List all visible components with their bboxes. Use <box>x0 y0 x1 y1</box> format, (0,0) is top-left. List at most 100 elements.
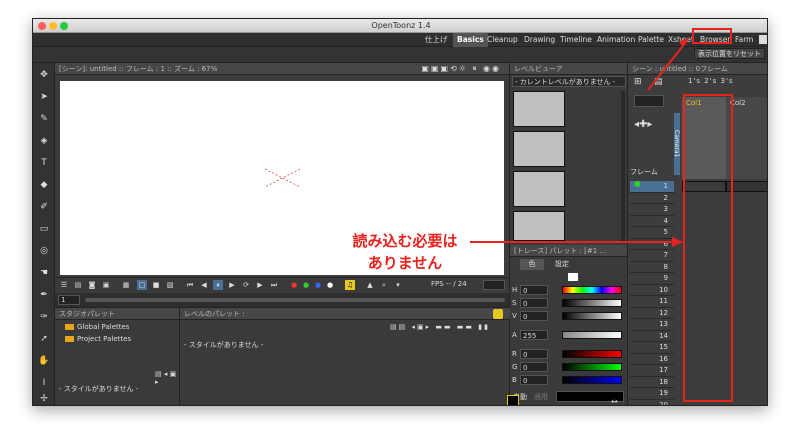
level-frame-thumb[interactable] <box>513 171 565 207</box>
frame-zoom-selector[interactable]: 1's 2's 3's <box>688 77 734 85</box>
tab-color[interactable]: 色 <box>520 259 544 270</box>
room-tab-cleanup[interactable]: Cleanup <box>483 33 522 47</box>
green-channel-icon[interactable]: ● <box>301 280 311 290</box>
channel-a-field[interactable]: 255 <box>520 330 548 340</box>
first-frame-icon[interactable]: ⏮ <box>185 280 195 290</box>
type-tool-icon[interactable]: T <box>37 157 51 169</box>
channel-h-slider[interactable] <box>562 286 622 294</box>
minimize-window-button[interactable] <box>49 22 57 30</box>
frame-row[interactable]: 15 <box>630 342 674 354</box>
frame-row[interactable]: 9 <box>630 273 674 285</box>
zoom-3s[interactable]: 3's <box>721 77 734 85</box>
palette-view-controls[interactable]: ▤ ◂ ▣ ▸ <box>155 370 179 386</box>
room-tab-palette[interactable]: Palette <box>634 33 668 47</box>
level-frame-thumb[interactable] <box>513 211 565 241</box>
channel-r-slider[interactable] <box>562 350 622 358</box>
level-frame-thumb[interactable] <box>513 91 565 127</box>
paint-brush-tool-icon[interactable]: ✐ <box>37 201 51 213</box>
fps-slider[interactable] <box>483 280 505 290</box>
channel-g-slider[interactable] <box>562 363 622 371</box>
frame-row[interactable]: 12 <box>630 308 674 319</box>
frame-row[interactable]: 11 <box>630 296 674 308</box>
pinch-tool-icon[interactable]: ✋ <box>37 355 51 367</box>
geometric-tool-icon[interactable]: ◈ <box>37 135 51 147</box>
white-bg-icon[interactable]: □ <box>137 280 147 290</box>
level-strip-scrollbar[interactable] <box>621 91 625 241</box>
frame-row[interactable]: 8 <box>630 262 674 273</box>
matte-channel-icon[interactable]: ● <box>325 280 335 290</box>
dropdown-arrow-icon[interactable]: ▾ <box>393 280 403 290</box>
preview-icon[interactable]: ▣ <box>101 280 111 290</box>
current-level-dropdown[interactable]: - カレントレベルがありません - <box>512 76 626 87</box>
palette-lock-icon[interactable] <box>493 309 503 319</box>
close-window-button[interactable] <box>38 22 46 30</box>
animate-tool-icon[interactable]: ✥ <box>37 69 51 81</box>
palette-tree-item-global[interactable]: Global Palettes <box>65 322 129 332</box>
pause-icon[interactable]: ⏸ <box>213 280 223 290</box>
zoom-2s[interactable]: 2's <box>704 77 717 85</box>
frame-row[interactable]: 16 <box>630 354 674 365</box>
room-tab-timeline[interactable]: Timeline <box>556 33 596 47</box>
frame-slider[interactable] <box>85 298 505 302</box>
palette-tree-item-project[interactable]: Project Palettes <box>65 334 131 344</box>
room-tab-animation[interactable]: Animation <box>593 33 639 47</box>
camera-column-label[interactable]: Camera1 <box>673 113 680 175</box>
frame-row[interactable]: 4 <box>630 216 674 227</box>
tape-tool-icon[interactable]: ◎ <box>37 245 51 257</box>
channel-b-slider[interactable] <box>562 376 622 384</box>
frame-row[interactable]: 19 <box>630 388 674 400</box>
next-frame-icon[interactable]: ▶ <box>255 280 265 290</box>
onion-skin-icon[interactable]: ● <box>634 179 641 188</box>
room-tab-drawing[interactable]: Drawing <box>520 33 559 47</box>
prev-frame-icon[interactable]: ◀ <box>199 280 209 290</box>
histogram-icon[interactable]: ▲ <box>365 280 375 290</box>
red-channel-icon[interactable]: ● <box>289 280 299 290</box>
finger-tool-icon[interactable]: ☚ <box>37 267 51 279</box>
frame-row[interactable]: 14 <box>630 331 674 342</box>
style-picker-tool-icon[interactable]: ✒ <box>37 289 51 301</box>
selection-tool-icon[interactable]: ➤ <box>37 91 51 103</box>
channel-b-field[interactable]: 0 <box>520 375 548 385</box>
camera-icon[interactable]: ◙ <box>87 280 97 290</box>
palette-toolbar-icons[interactable]: ▤▤ ◂▣▸ ▬▬ ▬▬ ▮▮ <box>390 323 490 331</box>
note-icon[interactable]: ▤ <box>654 77 663 87</box>
resize-arrows-icon[interactable]: ↔ <box>611 397 618 405</box>
frame-row[interactable]: 13 <box>630 319 674 331</box>
frame-row[interactable]: 18 <box>630 377 674 388</box>
viewer-toggle-icons[interactable]: ▣▣▣⟲☼ ⏸ ◉◉ <box>421 64 501 74</box>
frame-row[interactable]: 2 <box>630 193 674 204</box>
frame-row[interactable]: 17 <box>630 365 674 377</box>
checker-icon[interactable]: ▦ <box>121 280 131 290</box>
save-icon[interactable]: ▤ <box>73 280 83 290</box>
control-point-tool-icon[interactable]: ➚ <box>37 333 51 345</box>
frame-field[interactable]: 1 <box>58 295 80 305</box>
frame-row[interactable]: 5 <box>630 227 674 239</box>
skeleton-tool-icon[interactable]: ✢ <box>37 393 51 405</box>
frame-row[interactable]: 10 <box>630 285 674 296</box>
brush-tool-icon[interactable]: ✎ <box>37 113 51 125</box>
frame-row[interactable]: 7 <box>630 250 674 262</box>
pump-tool-icon[interactable]: I <box>37 377 51 389</box>
menu-icon[interactable]: ☰ <box>59 280 69 290</box>
new-level-icon[interactable]: ⊞ <box>634 77 642 87</box>
channel-s-slider[interactable] <box>562 299 622 307</box>
add-column-icon[interactable]: ◂✚▸ <box>634 119 652 130</box>
channel-h-field[interactable]: 0 <box>520 285 548 295</box>
style-swatch-icon[interactable] <box>568 273 578 281</box>
level-frame-thumb[interactable] <box>513 131 565 167</box>
reset-position-button[interactable]: 表示位置をリセット <box>694 48 765 59</box>
blue-channel-icon[interactable]: ● <box>313 280 323 290</box>
frame-row[interactable]: 6 <box>630 239 674 250</box>
tab-settings[interactable]: 設定 <box>550 259 574 270</box>
room-tab-finish[interactable]: 仕上げ <box>421 33 452 47</box>
checkerboard-bg-icon[interactable]: ▧ <box>165 280 175 290</box>
loop-icon[interactable]: ⟳ <box>241 280 251 290</box>
magnifier-icon[interactable]: ⌕ <box>379 280 389 290</box>
zoom-1s[interactable]: 1's <box>688 77 701 85</box>
play-icon[interactable]: ▶ <box>227 280 237 290</box>
room-tab-farm[interactable]: Farm <box>731 33 757 47</box>
channel-v-field[interactable]: 0 <box>520 311 548 321</box>
channel-v-slider[interactable] <box>562 312 622 320</box>
frame-row[interactable]: 3 <box>630 204 674 216</box>
last-frame-icon[interactable]: ⏭ <box>269 280 279 290</box>
